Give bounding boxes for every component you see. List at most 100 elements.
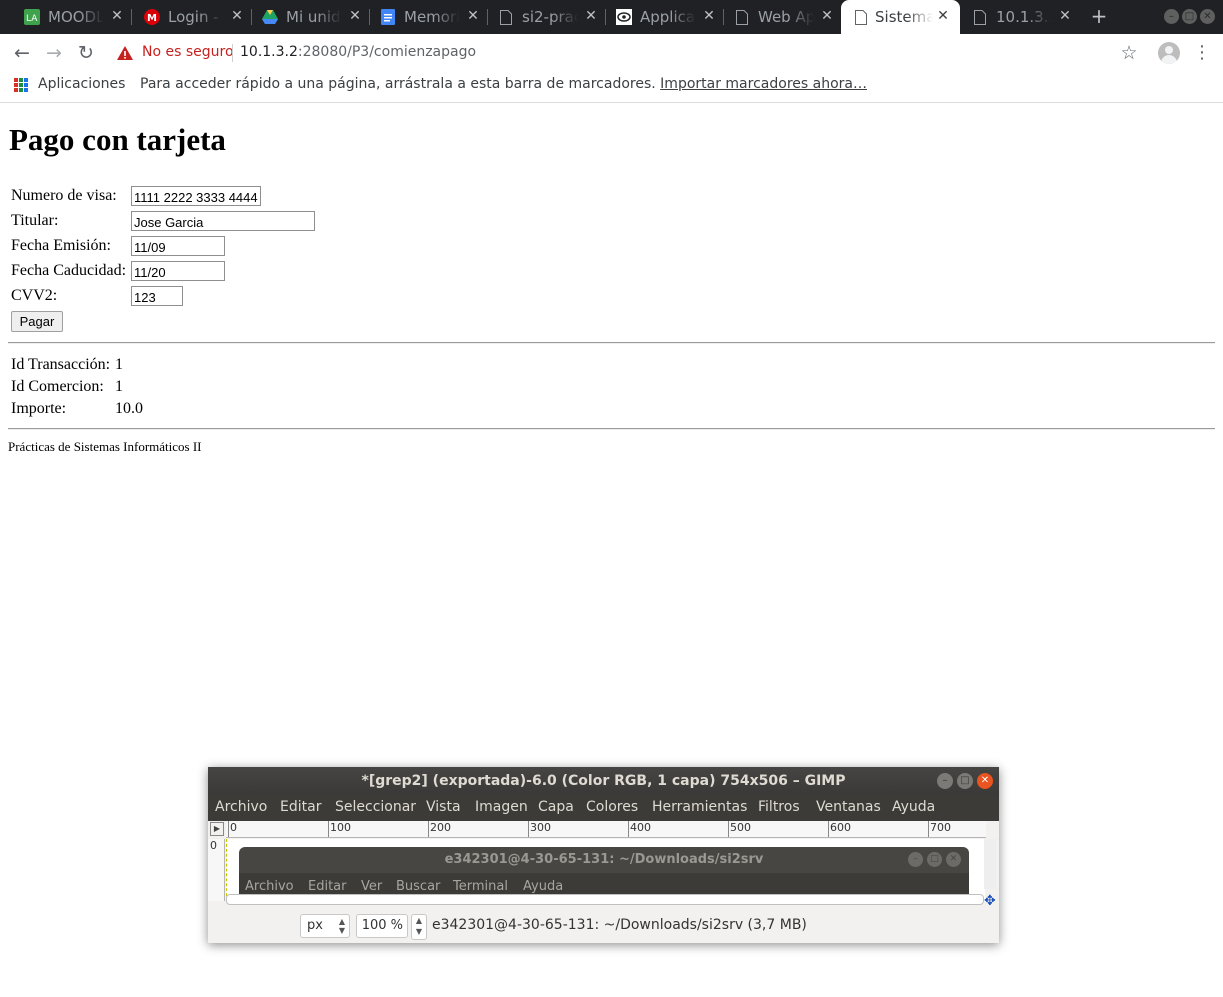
divider	[8, 342, 1215, 344]
screenshot-menu-item: Ver	[361, 879, 383, 894]
forward-button[interactable]: →	[41, 40, 67, 66]
cvv-input[interactable]: 123	[131, 286, 183, 306]
ruler-mark: 0	[230, 821, 237, 834]
gimp-menu-vista[interactable]: Vista	[426, 799, 461, 815]
bookmark-star-icon[interactable]: ☆	[1118, 40, 1140, 66]
bookmarks-hint: Para acceder rápido a una página, arrást…	[140, 76, 867, 92]
minimize-icon[interactable]: –	[1164, 9, 1179, 24]
tab-login[interactable]: M Login - M ✕	[120, 0, 252, 34]
tab-sistemas[interactable]: Sistemas ✕	[841, 0, 960, 34]
browser-toolbar: ← → ↻ No es seguro 10.1.3.2:28080/P3/com…	[0, 34, 1223, 72]
screenshot-menu-item: Ayuda	[523, 879, 564, 894]
screenshot-menu-item: Archivo	[245, 879, 294, 894]
back-button[interactable]: ←	[9, 40, 35, 66]
gimp-menu-ventanas[interactable]: Ventanas	[816, 799, 881, 815]
emision-input[interactable]: 11/09	[131, 236, 225, 256]
tab-strip: LA MOODLE ✕ M Login - M ✕ Mi unidad ✕ Me…	[0, 0, 1223, 34]
maximize-icon[interactable]: □	[957, 773, 973, 789]
visa-input[interactable]: 1111 2222 3333 4444	[131, 186, 261, 206]
ruler-mark: 0	[210, 839, 217, 852]
pagar-button[interactable]: Pagar	[11, 311, 63, 332]
tab-close-icon[interactable]: ✕	[1058, 7, 1072, 25]
reload-button[interactable]: ↻	[73, 40, 99, 66]
emision-label: Fecha Emisión:	[11, 237, 111, 254]
titular-input[interactable]: Jose Garcia	[131, 211, 315, 231]
maximize-icon: □	[927, 852, 942, 867]
tab-memoria[interactable]: Memoria ✕	[356, 0, 488, 34]
new-tab-button[interactable]: +	[1088, 5, 1110, 27]
docs-icon	[380, 9, 396, 25]
ruler-mark: 300	[530, 821, 551, 834]
apps-grid-icon[interactable]	[14, 78, 28, 92]
page-icon	[498, 9, 514, 25]
horizontal-ruler[interactable]: 0 100 200 300 400 500 600 700	[226, 821, 986, 838]
close-window-icon[interactable]: ✕	[1200, 9, 1215, 24]
apps-shortcut[interactable]: Aplicaciones	[38, 76, 125, 92]
close-window-icon[interactable]: ✕	[977, 773, 993, 789]
svg-text:M: M	[147, 13, 157, 24]
address-bar[interactable]: 10.1.3.2:28080/P3/comienzapago	[240, 44, 476, 60]
tab-10-1-3-3[interactable]: 10.1.3.3 ✕	[948, 0, 1080, 34]
tab-si2-practica[interactable]: si2-practica ✕	[474, 0, 606, 34]
menu-kebab-icon[interactable]: ⋮	[1192, 40, 1212, 66]
importe-value: 10.0	[115, 400, 143, 417]
import-bookmarks-link[interactable]: Importar marcadores ahora…	[660, 76, 867, 92]
screenshot-window-title: e342301@4-30-65-131: ~/Downloads/si2srv	[444, 852, 764, 867]
gimp-menu-filtros[interactable]: Filtros	[758, 799, 800, 815]
ruler-mark: 700	[930, 821, 951, 834]
gimp-menu-archivo[interactable]: Archivo	[215, 799, 267, 815]
page-title: Pago con tarjeta	[9, 122, 226, 157]
gimp-menu-capa[interactable]: Capa	[538, 799, 574, 815]
gimp-title: *[grep2] (exportada)-6.0 (Color RGB, 1 c…	[361, 773, 846, 789]
window-controls: – □ ✕	[1164, 9, 1215, 24]
tab-application[interactable]: Application ✕	[592, 0, 724, 34]
vertical-ruler[interactable]: 0	[208, 839, 225, 901]
gimp-menu-colores[interactable]: Colores	[586, 799, 638, 815]
tab-moodle[interactable]: LA MOODLE ✕	[0, 0, 132, 34]
tab-drive[interactable]: Mi unidad ✕	[238, 0, 370, 34]
ruler-mark: 200	[430, 821, 451, 834]
screenshot-menu-item: Buscar	[396, 879, 441, 894]
zoom-spin-icon[interactable]: ▲ ▼	[411, 914, 427, 940]
ruler-mark: 400	[630, 821, 651, 834]
gimp-menu-seleccionar[interactable]: Seleccionar	[335, 799, 416, 815]
importe-label: Importe:	[11, 400, 67, 417]
gimp-menu-imagen[interactable]: Imagen	[475, 799, 528, 815]
tab-web-ap[interactable]: Web Ap ✕	[710, 0, 842, 34]
visa-label: Numero de visa:	[11, 187, 117, 204]
profile-avatar[interactable]	[1158, 42, 1180, 64]
comercio-value: 1	[115, 378, 123, 395]
gimp-window[interactable]: *[grep2] (exportada)-6.0 (Color RGB, 1 c…	[208, 767, 999, 943]
navigate-icon[interactable]: ✥	[984, 893, 996, 909]
divider	[8, 428, 1215, 430]
screenshot-menu-item: Editar	[308, 879, 347, 894]
gimp-canvas[interactable]: e342301@4-30-65-131: ~/Downloads/si2srv …	[226, 839, 985, 901]
transaccion-value: 1	[115, 356, 123, 373]
quick-mask-icon[interactable]: ▶	[210, 822, 224, 836]
comercio-label: Id Comercion:	[11, 378, 104, 395]
tab-close-icon[interactable]: ✕	[820, 7, 834, 25]
minimize-icon[interactable]: –	[937, 773, 953, 789]
gimp-status-text: e342301@4-30-65-131: ~/Downloads/si2srv …	[432, 917, 807, 933]
url-host: 10.1.3.2	[240, 44, 298, 60]
ruler-mark: 500	[730, 821, 751, 834]
gimp-statusbar: px ▲ ▼ 100 % ▲ ▼ e342301@4-30-65-131: ~/Dow…	[208, 909, 999, 943]
warning-icon[interactable]	[116, 44, 134, 62]
zoom-field[interactable]: 100 %	[356, 914, 408, 938]
vertical-scrollbar[interactable]	[984, 839, 996, 889]
horizontal-scrollbar[interactable]	[226, 894, 984, 905]
transaccion-label: Id Transacción:	[11, 356, 111, 373]
security-label[interactable]: No es seguro	[142, 44, 234, 60]
screenshot-menu-item: Terminal	[453, 879, 508, 894]
caducidad-input[interactable]: 11/20	[131, 261, 225, 281]
screenshot-window-titlebar: e342301@4-30-65-131: ~/Downloads/si2srv …	[239, 847, 969, 873]
unit-select[interactable]: px ▲ ▼	[300, 914, 350, 938]
gimp-menu-ayuda[interactable]: Ayuda	[892, 799, 935, 815]
gimp-titlebar[interactable]: *[grep2] (exportada)-6.0 (Color RGB, 1 c…	[208, 767, 999, 795]
page-icon	[853, 9, 869, 25]
gimp-menu-herramientas[interactable]: Herramientas	[652, 799, 747, 815]
maximize-icon[interactable]: □	[1182, 9, 1197, 24]
bookmarks-hint-text: Para acceder rápido a una página, arrást…	[140, 76, 656, 92]
gimp-menu-editar[interactable]: Editar	[280, 799, 321, 815]
drive-icon	[262, 9, 278, 25]
